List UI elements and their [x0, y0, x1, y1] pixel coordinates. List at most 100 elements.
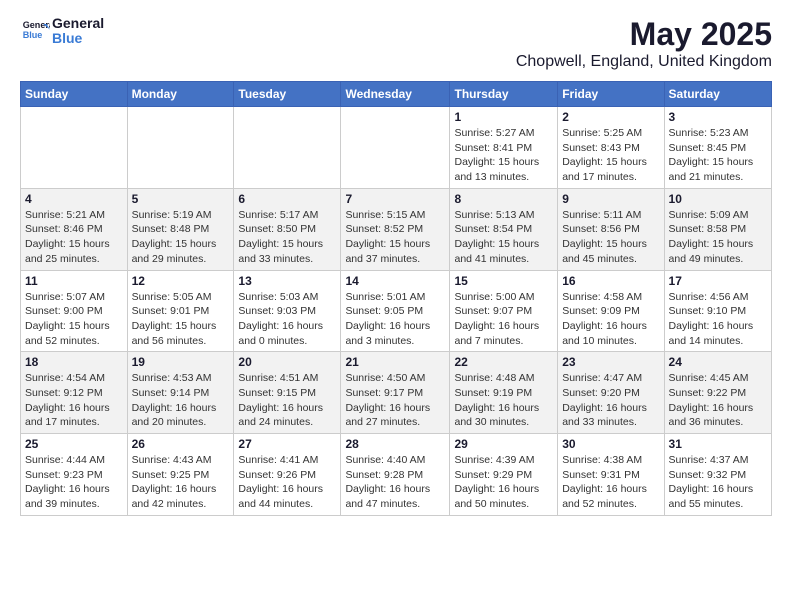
day-content: Sunrise: 4:45 AM Sunset: 9:22 PM Dayligh… [669, 371, 767, 430]
day-number: 19 [132, 355, 230, 369]
day-content: Sunrise: 5:17 AM Sunset: 8:50 PM Dayligh… [238, 208, 336, 267]
day-content: Sunrise: 4:56 AM Sunset: 9:10 PM Dayligh… [669, 290, 767, 349]
day-number: 23 [562, 355, 659, 369]
day-content: Sunrise: 4:38 AM Sunset: 9:31 PM Dayligh… [562, 453, 659, 512]
table-row: 21 Sunrise: 4:50 AM Sunset: 9:17 PM Dayli… [341, 352, 450, 434]
day-content: Sunrise: 4:37 AM Sunset: 9:32 PM Dayligh… [669, 453, 767, 512]
day-number: 12 [132, 274, 230, 288]
table-row: 20 Sunrise: 4:51 AM Sunset: 9:15 PM Dayli… [234, 352, 341, 434]
day-number: 9 [562, 192, 659, 206]
day-number: 10 [669, 192, 767, 206]
day-number: 25 [25, 437, 123, 451]
day-content: Sunrise: 4:51 AM Sunset: 9:15 PM Dayligh… [238, 371, 336, 430]
day-content: Sunrise: 5:13 AM Sunset: 8:54 PM Dayligh… [454, 208, 553, 267]
day-content: Sunrise: 5:07 AM Sunset: 9:00 PM Dayligh… [25, 290, 123, 349]
table-row: 15 Sunrise: 5:00 AM Sunset: 9:07 PM Dayli… [450, 270, 558, 352]
col-wednesday: Wednesday [341, 82, 450, 107]
day-number: 4 [25, 192, 123, 206]
table-row: 19 Sunrise: 4:53 AM Sunset: 9:14 PM Dayli… [127, 352, 234, 434]
table-row: 4 Sunrise: 5:21 AM Sunset: 8:46 PM Daylig… [21, 188, 128, 270]
day-content: Sunrise: 4:47 AM Sunset: 9:20 PM Dayligh… [562, 371, 659, 430]
table-row: 23 Sunrise: 4:47 AM Sunset: 9:20 PM Dayli… [558, 352, 664, 434]
day-content: Sunrise: 5:21 AM Sunset: 8:46 PM Dayligh… [25, 208, 123, 267]
col-monday: Monday [127, 82, 234, 107]
day-number: 18 [25, 355, 123, 369]
table-row: 13Sunrise: 5:03 AM Sunset: 9:03 PM Dayli… [234, 270, 341, 352]
table-row: 10 Sunrise: 5:09 AM Sunset: 8:58 PM Dayli… [664, 188, 771, 270]
table-row: 22 Sunrise: 4:48 AM Sunset: 9:19 PM Dayli… [450, 352, 558, 434]
table-row: 14 Sunrise: 5:01 AM Sunset: 9:05 PM Dayli… [341, 270, 450, 352]
day-content: Sunrise: 5:27 AM Sunset: 8:41 PM Dayligh… [454, 126, 553, 185]
page-subtitle: Chopwell, England, United Kingdom [516, 53, 772, 71]
table-row: 29Sunrise: 4:39 AM Sunset: 9:29 PM Dayli… [450, 434, 558, 516]
logo-icon: General Blue [22, 17, 50, 45]
day-content: Sunrise: 4:53 AM Sunset: 9:14 PM Dayligh… [132, 371, 230, 430]
day-number: 27 [238, 437, 336, 451]
table-row: 7 Sunrise: 5:15 AM Sunset: 8:52 PM Daylig… [341, 188, 450, 270]
table-row: 25 Sunrise: 4:44 AM Sunset: 9:23 PM Dayli… [21, 434, 128, 516]
day-number: 1 [454, 110, 553, 124]
table-row: 3 Sunrise: 5:23 AM Sunset: 8:45 PM Daylig… [664, 107, 771, 189]
logo-blue: Blue [52, 31, 104, 46]
day-content: Sunrise: 4:43 AM Sunset: 9:25 PM Dayligh… [132, 453, 230, 512]
day-content: Sunrise: 5:09 AM Sunset: 8:58 PM Dayligh… [669, 208, 767, 267]
day-number: 14 [345, 274, 445, 288]
day-number: 6 [238, 192, 336, 206]
table-row: 2Sunrise: 5:25 AM Sunset: 8:43 PM Daylig… [558, 107, 664, 189]
table-row: 8Sunrise: 5:13 AM Sunset: 8:54 PM Daylig… [450, 188, 558, 270]
table-row: 26Sunrise: 4:43 AM Sunset: 9:25 PM Dayli… [127, 434, 234, 516]
day-number: 15 [454, 274, 553, 288]
table-row: 28Sunrise: 4:40 AM Sunset: 9:28 PM Dayli… [341, 434, 450, 516]
calendar-week-row: 1 Sunrise: 5:27 AM Sunset: 8:41 PM Daylig… [21, 107, 772, 189]
svg-text:Blue: Blue [23, 30, 43, 40]
table-row: 6 Sunrise: 5:17 AM Sunset: 8:50 PM Daylig… [234, 188, 341, 270]
table-row: 12 Sunrise: 5:05 AM Sunset: 9:01 PM Dayli… [127, 270, 234, 352]
table-row: 27 Sunrise: 4:41 AM Sunset: 9:26 PM Dayli… [234, 434, 341, 516]
day-number: 20 [238, 355, 336, 369]
day-content: Sunrise: 5:01 AM Sunset: 9:05 PM Dayligh… [345, 290, 445, 349]
day-content: Sunrise: 4:41 AM Sunset: 9:26 PM Dayligh… [238, 453, 336, 512]
day-number: 7 [345, 192, 445, 206]
day-number: 5 [132, 192, 230, 206]
table-row: 17Sunrise: 4:56 AM Sunset: 9:10 PM Dayli… [664, 270, 771, 352]
table-row [234, 107, 341, 189]
calendar-week-row: 18 Sunrise: 4:54 AM Sunset: 9:12 PM Dayli… [21, 352, 772, 434]
day-content: Sunrise: 4:44 AM Sunset: 9:23 PM Dayligh… [25, 453, 123, 512]
page-title: May 2025 [516, 16, 772, 53]
day-number: 29 [454, 437, 553, 451]
table-row: 18 Sunrise: 4:54 AM Sunset: 9:12 PM Dayli… [21, 352, 128, 434]
day-content: Sunrise: 4:58 AM Sunset: 9:09 PM Dayligh… [562, 290, 659, 349]
col-friday: Friday [558, 82, 664, 107]
day-number: 3 [669, 110, 767, 124]
title-block: May 2025 Chopwell, England, United Kingd… [516, 16, 772, 71]
day-number: 22 [454, 355, 553, 369]
day-number: 28 [345, 437, 445, 451]
table-row [21, 107, 128, 189]
table-row: 11 Sunrise: 5:07 AM Sunset: 9:00 PM Dayli… [21, 270, 128, 352]
page: General Blue General Blue May 2025 Chopw… [0, 0, 792, 532]
day-number: 21 [345, 355, 445, 369]
col-sunday: Sunday [21, 82, 128, 107]
day-content: Sunrise: 5:00 AM Sunset: 9:07 PM Dayligh… [454, 290, 553, 349]
day-number: 16 [562, 274, 659, 288]
table-row: 16 Sunrise: 4:58 AM Sunset: 9:09 PM Dayli… [558, 270, 664, 352]
table-row: 9 Sunrise: 5:11 AM Sunset: 8:56 PM Daylig… [558, 188, 664, 270]
day-content: Sunrise: 4:54 AM Sunset: 9:12 PM Dayligh… [25, 371, 123, 430]
day-content: Sunrise: 5:05 AM Sunset: 9:01 PM Dayligh… [132, 290, 230, 349]
day-content: Sunrise: 4:50 AM Sunset: 9:17 PM Dayligh… [345, 371, 445, 430]
calendar-week-row: 4 Sunrise: 5:21 AM Sunset: 8:46 PM Daylig… [21, 188, 772, 270]
calendar-table: Sunday Monday Tuesday Wednesday Thursday… [20, 81, 772, 516]
calendar-week-row: 11 Sunrise: 5:07 AM Sunset: 9:00 PM Dayli… [21, 270, 772, 352]
day-content: Sunrise: 5:23 AM Sunset: 8:45 PM Dayligh… [669, 126, 767, 185]
logo-general: General [52, 16, 104, 31]
day-number: 11 [25, 274, 123, 288]
day-content: Sunrise: 4:48 AM Sunset: 9:19 PM Dayligh… [454, 371, 553, 430]
day-number: 2 [562, 110, 659, 124]
table-row [127, 107, 234, 189]
table-row: 5Sunrise: 5:19 AM Sunset: 8:48 PM Daylig… [127, 188, 234, 270]
day-number: 13 [238, 274, 336, 288]
day-content: Sunrise: 5:15 AM Sunset: 8:52 PM Dayligh… [345, 208, 445, 267]
day-content: Sunrise: 5:11 AM Sunset: 8:56 PM Dayligh… [562, 208, 659, 267]
table-row: 31Sunrise: 4:37 AM Sunset: 9:32 PM Dayli… [664, 434, 771, 516]
day-number: 30 [562, 437, 659, 451]
